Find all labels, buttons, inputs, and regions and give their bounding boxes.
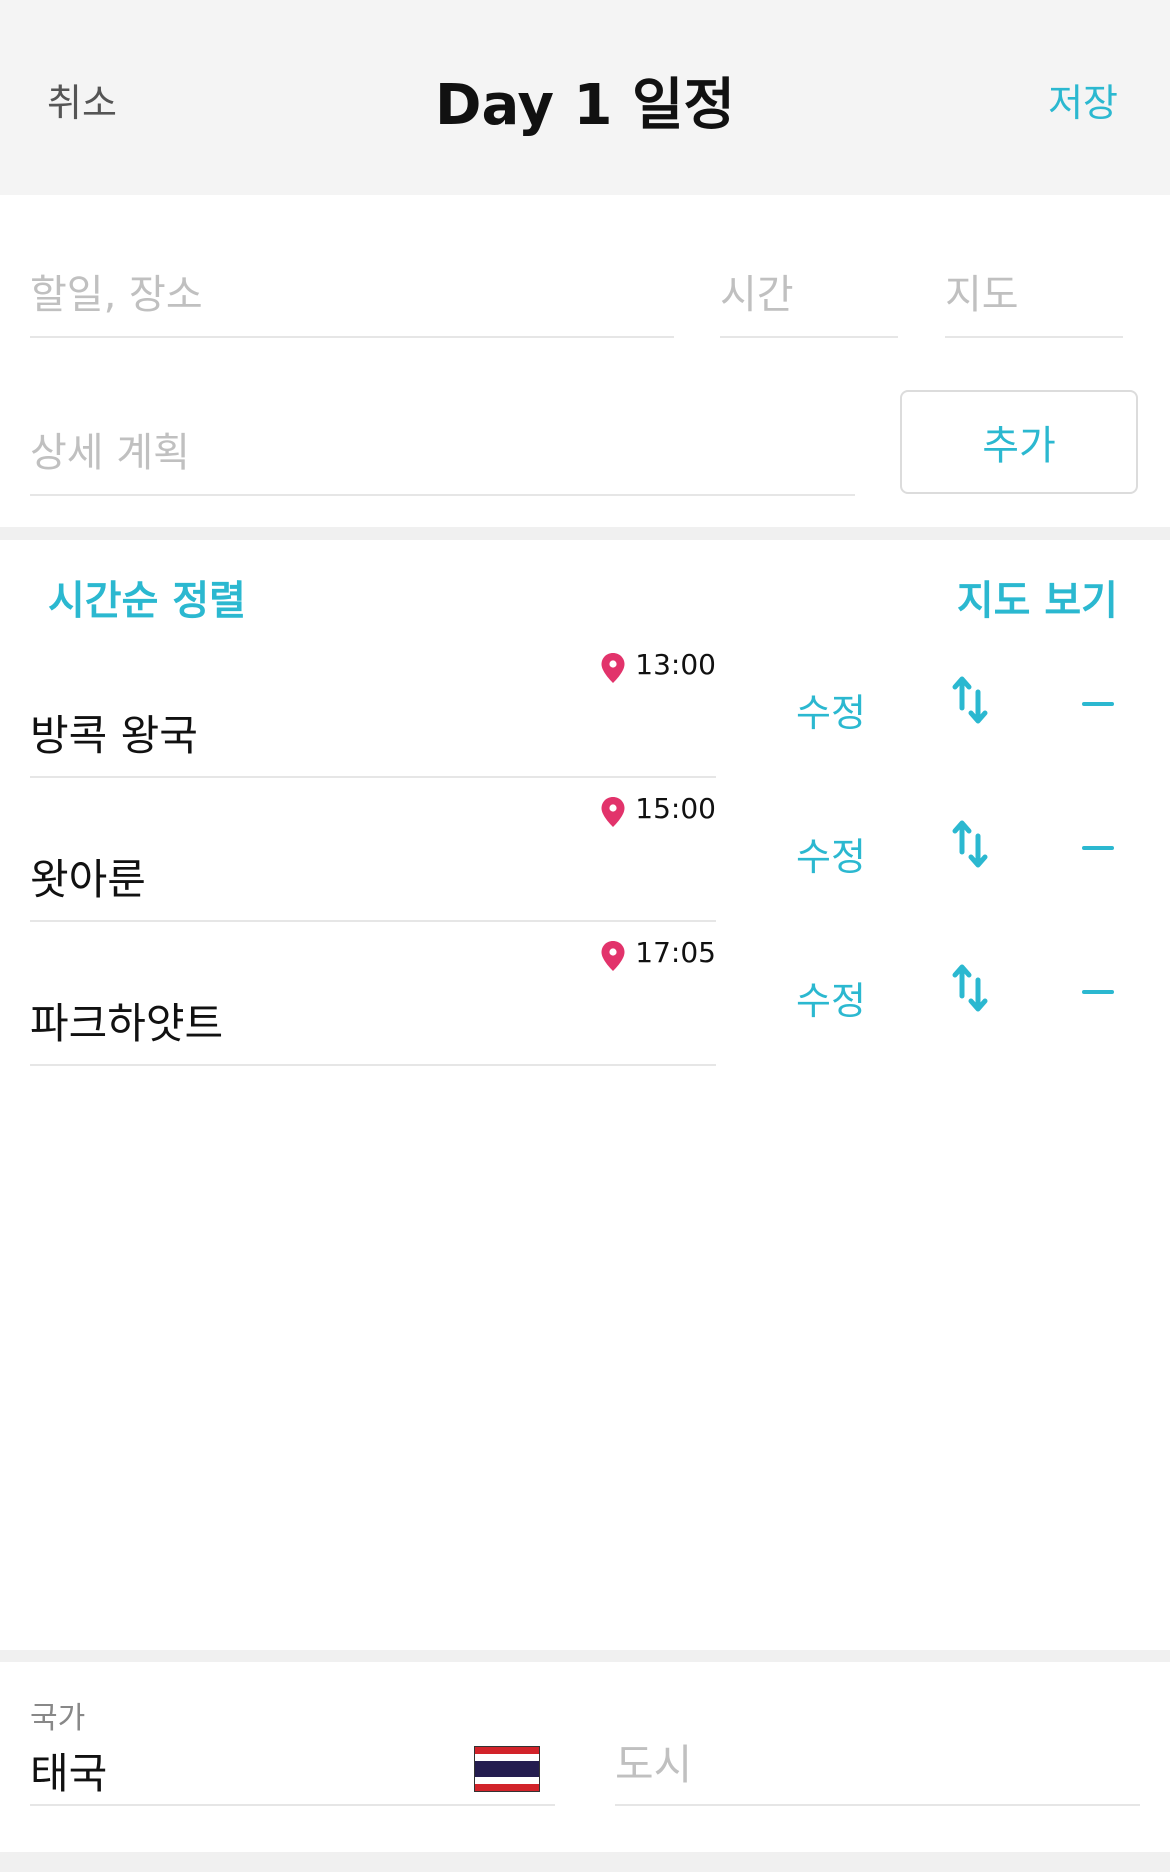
time-field <box>720 272 898 338</box>
map-field <box>945 272 1123 338</box>
reorder-arrows-icon[interactable] <box>950 674 990 726</box>
todo-field <box>30 272 674 338</box>
bottom-band <box>0 1852 1170 1872</box>
schedule-item-main[interactable]: 15:00 왓아룬 <box>30 778 716 922</box>
remove-button[interactable] <box>1082 832 1114 864</box>
city-field <box>615 1738 1140 1806</box>
location-pin-icon <box>601 797 625 827</box>
item-name: 파크하얏트 <box>30 999 224 1048</box>
city-input[interactable] <box>615 1740 1140 1789</box>
item-time: 15:00 <box>635 792 716 825</box>
country-selector[interactable]: 태국 <box>30 1738 555 1806</box>
header-bar: 취소 Day 1 일정 저장 <box>0 0 1170 195</box>
save-button[interactable]: 저장 <box>1048 72 1118 127</box>
map-input[interactable] <box>945 272 1123 318</box>
page-title: Day 1 일정 <box>434 73 736 138</box>
section-divider <box>0 1650 1170 1662</box>
time-input[interactable] <box>720 272 898 318</box>
detail-input[interactable] <box>30 430 855 476</box>
map-view-button[interactable]: 지도 보기 <box>957 568 1118 626</box>
location-pin-icon <box>601 941 625 971</box>
item-name: 왓아룬 <box>30 855 146 904</box>
edit-button[interactable]: 수정 <box>796 826 866 881</box>
edit-button[interactable]: 수정 <box>796 970 866 1025</box>
add-button[interactable]: 추가 <box>900 390 1138 494</box>
todo-input[interactable] <box>30 272 674 318</box>
cancel-button[interactable]: 취소 <box>47 72 117 127</box>
remove-button[interactable] <box>1082 976 1114 1008</box>
reorder-arrows-icon[interactable] <box>950 818 990 870</box>
detail-field <box>30 430 855 496</box>
list-item[interactable]: 17:05 파크하얏트 수정 <box>0 922 1170 1066</box>
location-pin-icon <box>601 653 625 683</box>
item-time: 17:05 <box>635 936 716 969</box>
reorder-arrows-icon[interactable] <box>950 962 990 1014</box>
list-item[interactable]: 15:00 왓아룬 수정 <box>0 778 1170 922</box>
sort-by-time-button[interactable]: 시간순 정렬 <box>48 568 246 626</box>
edit-button[interactable]: 수정 <box>796 682 866 737</box>
schedule-item-main[interactable]: 17:05 파크하얏트 <box>30 922 716 1066</box>
item-name: 방콕 왕국 <box>30 711 198 760</box>
country-value: 태국 <box>30 1749 108 1798</box>
item-time: 13:00 <box>635 648 716 681</box>
country-label: 국가 <box>30 1701 86 1736</box>
list-item[interactable]: 13:00 방콕 왕국 수정 <box>0 634 1170 778</box>
thailand-flag-icon <box>474 1746 540 1792</box>
remove-button[interactable] <box>1082 688 1114 720</box>
section-divider <box>0 527 1170 540</box>
schedule-item-main[interactable]: 13:00 방콕 왕국 <box>30 634 716 778</box>
